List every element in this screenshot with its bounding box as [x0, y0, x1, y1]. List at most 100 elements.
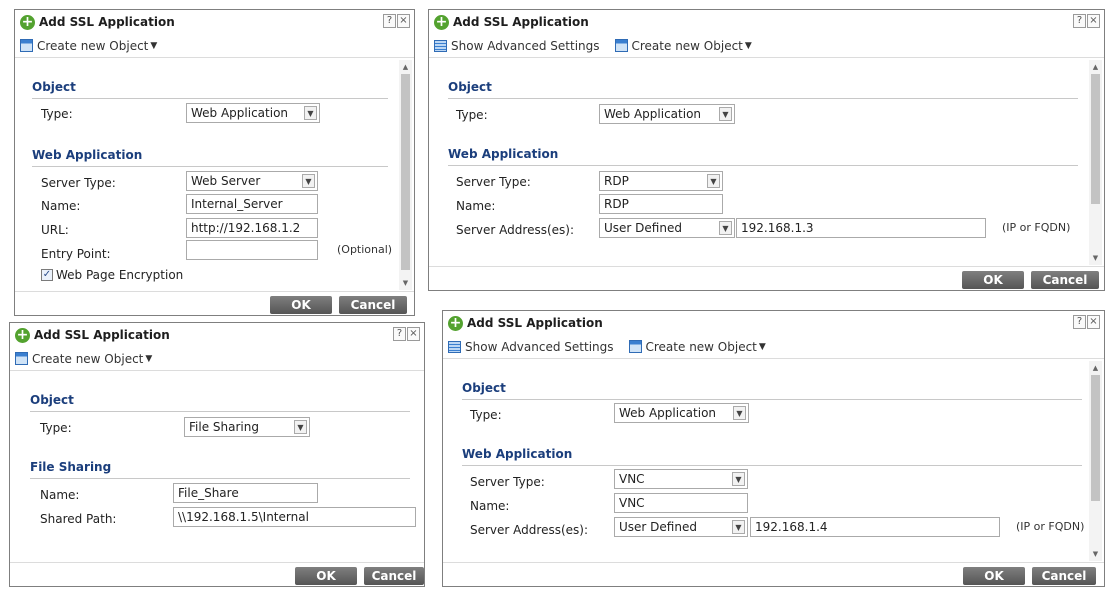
name-label: Name: — [456, 199, 496, 213]
scroll-thumb[interactable] — [1091, 74, 1100, 204]
dialog-title: Add SSL Application — [39, 15, 175, 29]
name-field[interactable]: File_Share — [173, 483, 318, 503]
create-new-object-menu[interactable]: Create new Object ▼ — [614, 38, 752, 53]
dialog-titlebar: + Add SSL Application ? × — [429, 10, 1104, 34]
type-label: Type: — [40, 421, 72, 435]
object-icon — [15, 352, 28, 365]
ip-or-fqdn-hint: (IP or FQDN) — [1002, 221, 1071, 234]
scrollbar[interactable]: ▲ ▼ — [399, 60, 412, 290]
cancel-button[interactable]: Cancel — [1032, 567, 1096, 585]
ok-button[interactable]: OK — [962, 271, 1024, 289]
type-select[interactable]: Web Application ▼ — [614, 403, 749, 423]
shared-path-field[interactable]: \\192.168.1.5\Internal — [173, 507, 416, 527]
close-button[interactable]: × — [1087, 315, 1100, 329]
section-file-sharing: File Sharing — [30, 460, 410, 479]
create-new-object-menu[interactable]: Create new Object ▼ — [628, 339, 766, 354]
dialog-titlebar: + Add SSL Application ? × — [443, 311, 1104, 335]
server-addresses-label: Server Address(es): — [470, 523, 588, 537]
scroll-down-icon[interactable]: ▼ — [1089, 253, 1102, 263]
type-select[interactable]: File Sharing ▼ — [184, 417, 310, 437]
close-button[interactable]: × — [1087, 14, 1100, 28]
name-field[interactable]: VNC — [614, 493, 748, 513]
help-button[interactable]: ? — [393, 327, 406, 341]
create-new-object-menu[interactable]: Create new Object ▼ — [20, 39, 157, 53]
scroll-thumb[interactable] — [401, 74, 410, 270]
section-object: Object — [30, 393, 410, 412]
dropdown-caret-icon: ▼ — [150, 40, 158, 51]
web-page-encryption-label: Web Page Encryption — [56, 268, 184, 282]
scroll-up-icon[interactable]: ▲ — [399, 62, 412, 72]
dialog-title: Add SSL Application — [34, 328, 170, 342]
ok-button[interactable]: OK — [295, 567, 357, 585]
scroll-thumb[interactable] — [1091, 375, 1100, 501]
dialog-footer: OK Cancel — [429, 266, 1104, 290]
create-new-object-menu[interactable]: Create new Object ▼ — [15, 352, 152, 366]
entry-point-field[interactable] — [186, 240, 318, 260]
scroll-down-icon[interactable]: ▼ — [399, 278, 412, 288]
scrollbar[interactable]: ▲ ▼ — [1089, 60, 1102, 265]
scroll-up-icon[interactable]: ▲ — [1089, 363, 1102, 373]
name-field[interactable]: RDP — [599, 194, 723, 214]
scroll-up-icon[interactable]: ▲ — [1089, 62, 1102, 72]
server-type-select[interactable]: VNC ▼ — [614, 469, 748, 489]
type-label: Type: — [456, 108, 488, 122]
ok-button[interactable]: OK — [270, 296, 332, 314]
add-icon: + — [434, 13, 449, 30]
name-label: Name: — [41, 199, 81, 213]
server-addresses-label: Server Address(es): — [456, 223, 574, 237]
chevron-down-icon: ▼ — [733, 406, 746, 420]
dialog-web-server: + Add SSL Application ? × Create new Obj… — [14, 9, 415, 316]
server-type-select[interactable]: RDP ▼ — [599, 171, 723, 191]
dialog-titlebar: + Add SSL Application ? × — [10, 323, 424, 347]
scroll-down-icon[interactable]: ▼ — [1089, 549, 1102, 559]
url-field[interactable]: http://192.168.1.2 — [186, 218, 318, 238]
cancel-button[interactable]: Cancel — [1031, 271, 1099, 289]
server-type-select[interactable]: Web Server ▼ — [186, 171, 318, 191]
address-mode-select[interactable]: User Defined ▼ — [599, 218, 735, 238]
chevron-down-icon: ▼ — [732, 472, 745, 486]
chevron-down-icon: ▼ — [719, 107, 732, 121]
web-page-encryption-checkbox[interactable]: ✓ — [41, 269, 53, 281]
ok-button[interactable]: OK — [963, 567, 1025, 585]
chevron-down-icon: ▼ — [732, 520, 745, 534]
show-advanced-settings-label: Show Advanced Settings — [451, 38, 600, 53]
dialog-footer: OK Cancel — [10, 562, 424, 586]
shared-path-label: Shared Path: — [40, 512, 117, 526]
close-button[interactable]: × — [407, 327, 420, 341]
type-select[interactable]: Web Application ▼ — [599, 104, 735, 124]
create-new-object-label: Create new Object — [32, 351, 144, 366]
dialog-title: Add SSL Application — [467, 316, 603, 330]
chevron-down-icon: ▼ — [707, 174, 720, 188]
dialog-rdp: + Add SSL Application ? × Show Advanced … — [428, 9, 1105, 291]
cancel-button[interactable]: Cancel — [364, 567, 424, 585]
object-icon — [628, 340, 642, 353]
help-button[interactable]: ? — [1073, 14, 1086, 28]
add-icon: + — [15, 326, 30, 343]
type-select[interactable]: Web Application ▼ — [186, 103, 320, 123]
name-field[interactable]: Internal_Server — [186, 194, 318, 214]
url-label: URL: — [41, 223, 69, 237]
server-address-field[interactable]: 192.168.1.3 — [736, 218, 986, 238]
advanced-settings-icon — [434, 39, 447, 52]
address-mode-select[interactable]: User Defined ▼ — [614, 517, 748, 537]
close-button[interactable]: × — [397, 14, 410, 28]
create-new-object-label: Create new Object — [645, 339, 757, 354]
show-advanced-settings-label: Show Advanced Settings — [465, 339, 614, 354]
create-new-object-label: Create new Object — [37, 38, 149, 53]
help-button[interactable]: ? — [383, 14, 396, 28]
dialog-title: Add SSL Application — [453, 15, 589, 29]
entry-point-label: Entry Point: — [41, 247, 111, 261]
show-advanced-settings-button[interactable]: Show Advanced Settings — [448, 340, 614, 354]
server-address-field[interactable]: 192.168.1.4 — [750, 517, 1000, 537]
cancel-button[interactable]: Cancel — [339, 296, 407, 314]
show-advanced-settings-button[interactable]: Show Advanced Settings — [434, 39, 600, 53]
help-button[interactable]: ? — [1073, 315, 1086, 329]
chevron-down-icon: ▼ — [719, 221, 732, 235]
scrollbar[interactable]: ▲ ▼ — [1089, 361, 1102, 561]
type-label: Type: — [41, 107, 73, 121]
ip-or-fqdn-hint: (IP or FQDN) — [1016, 520, 1085, 533]
advanced-settings-icon — [448, 340, 461, 353]
object-icon — [20, 39, 33, 52]
create-new-object-label: Create new Object — [631, 38, 743, 53]
section-web-application: Web Application — [462, 447, 1082, 466]
